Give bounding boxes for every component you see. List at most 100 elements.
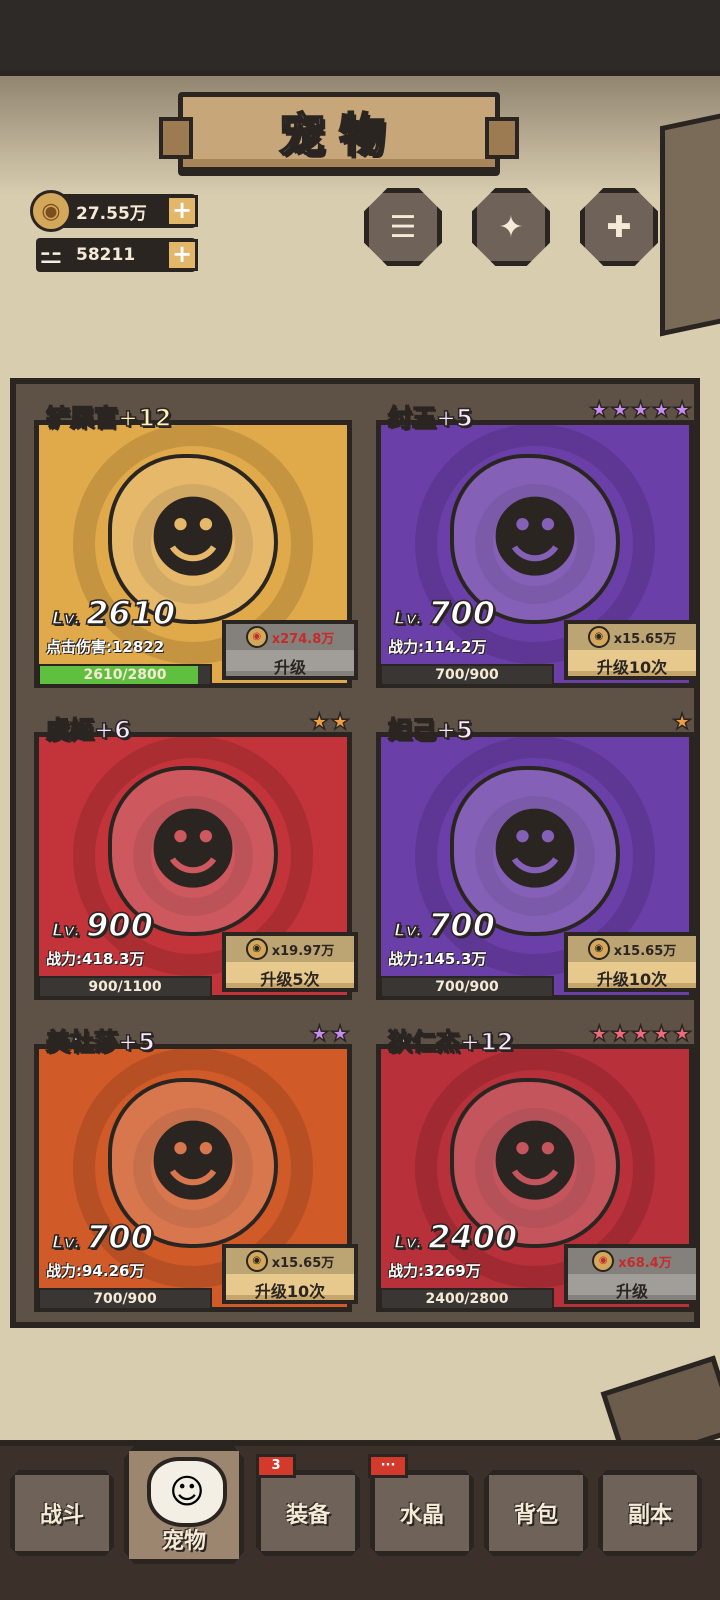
tab-crystal-label: 水晶 <box>399 1503 444 1528</box>
pet-level: Lv. 700 <box>393 593 495 633</box>
tab-battle[interactable]: 战斗 <box>10 1470 114 1556</box>
pet-card[interactable]: ☻ 铲屎官+12 Lv. 2610 点击伤害:12822 2610/2800 ◉… <box>22 398 360 698</box>
star-icon: ★ <box>589 1022 610 1047</box>
pet-card[interactable]: ☻ 纣王+5 ★ ★ ★ ★ ★ Lv. 700 战力:114.2万 700/900 ◉… <box>364 398 702 698</box>
codex-button[interactable]: ✚ 图鉴 <box>578 188 660 276</box>
pet-stat: 战力:114.2万 <box>388 638 487 656</box>
level-progress-text: 700/900 <box>93 1291 157 1307</box>
pet-card[interactable]: ☻ 美杜莎+5 ★ ★ Lv. 700 战力:94.26万 700/900 ◉ x… <box>22 1022 360 1322</box>
level-prefix: Lv. <box>393 919 423 942</box>
pet-card[interactable]: ☻ 狄仁杰+12 ★ ★ ★ ★ ★ Lv. 2400 战力:3269万 2400/28… <box>364 1022 702 1322</box>
bone-counter: ⚍ 58211 + <box>36 238 198 272</box>
upgrade-button[interactable]: ◉ x15.65万 升级10次 <box>564 620 700 680</box>
level-value: 700 <box>427 593 495 633</box>
star-icon: ★ <box>672 710 693 735</box>
pet-level: Lv. 900 <box>51 905 153 945</box>
star-rating: ★ ★ ★ ★ ★ <box>589 1022 693 1047</box>
tab-backpack-label: 背包 <box>513 1503 558 1528</box>
pet-card[interactable]: ☻ 妲己+5 ★ Lv. 700 战力:145.3万 700/900 ◉ x15… <box>364 710 702 1010</box>
level-value: 2400 <box>427 1217 518 1257</box>
upgrade-cost: ◉ x68.4万 <box>568 1248 696 1274</box>
coin-icon: ◉ <box>245 938 268 960</box>
level-prefix: Lv. <box>393 607 423 630</box>
level-prefix: Lv. <box>51 1231 81 1254</box>
formation-button[interactable]: ✦ 布阵 <box>470 188 552 276</box>
cat-mascot-icon: ☺ <box>147 1457 227 1527</box>
coin-value: 27.55万 <box>76 203 147 224</box>
level-progress-text: 700/900 <box>435 979 499 995</box>
star-rating: ★ ★ <box>309 1022 351 1047</box>
level-value: 700 <box>427 905 495 945</box>
upgrade-label: 升级 <box>273 658 306 677</box>
tab-backpack[interactable]: 背包 <box>484 1470 588 1556</box>
upgrade-cost: ◉ x15.65万 <box>226 1248 354 1274</box>
tab-dungeon[interactable]: 副本 <box>598 1470 702 1556</box>
level-prefix: Lv. <box>393 1231 423 1254</box>
star-icon: ★ <box>330 710 351 735</box>
pet-name: 妲己+5 <box>387 715 473 745</box>
level-progress-bar: 2610/2800 <box>38 664 212 686</box>
star-icon: ★ <box>630 398 651 423</box>
pet-list-panel: ☻ 铲屎官+12 Lv. 2610 点击伤害:12822 2610/2800 ◉… <box>10 378 700 1328</box>
coin-icon: ◉ <box>30 190 72 232</box>
formation-icon: ✦ <box>498 209 524 245</box>
level-value: 2610 <box>85 593 176 633</box>
star-icon: ★ <box>672 398 693 423</box>
level-progress-text: 700/900 <box>435 667 499 683</box>
coin-icon: ◉ <box>592 1250 615 1272</box>
list-icon: ☰ <box>389 209 417 245</box>
upgrade-label: 升级10次 <box>596 970 668 989</box>
upgrade-button[interactable]: ◉ x274.8万 升级 <box>222 620 358 680</box>
tab-battle-label: 战斗 <box>39 1503 84 1528</box>
crystal-badge: ··· <box>368 1454 408 1478</box>
level-progress-text: 2400/2800 <box>425 1291 509 1307</box>
pet-level: Lv. 700 <box>393 905 495 945</box>
level-progress-bar: 2400/2800 <box>380 1288 554 1310</box>
upgrade-cost-value: x15.65万 <box>271 1255 335 1271</box>
upgrade-label: 升级5次 <box>260 970 320 989</box>
star-icon: ★ <box>309 1022 330 1047</box>
upgrade-cost-value: x19.97万 <box>271 943 335 959</box>
level-value: 900 <box>85 905 153 945</box>
star-icon: ★ <box>330 1022 351 1047</box>
tab-equipment[interactable]: 装备 <box>256 1470 360 1556</box>
tab-pets[interactable]: ☺ 宠物 <box>124 1446 244 1564</box>
star-icon: ★ <box>609 398 630 423</box>
level-progress-bar: 700/900 <box>380 664 554 686</box>
puzzle-icon: ✚ <box>606 209 632 245</box>
star-icon: ★ <box>672 1022 693 1047</box>
add-bones-button[interactable]: + <box>166 239 198 271</box>
pet-name: 铲屎官+12 <box>45 403 172 433</box>
page-title: 宠物 <box>278 107 399 163</box>
pet-stat: 战力:94.26万 <box>46 1262 145 1280</box>
level-progress-bar: 900/1100 <box>38 976 212 998</box>
pet-name: 虞姬+6 <box>45 715 131 745</box>
tab-dungeon-label: 副本 <box>627 1503 672 1528</box>
add-coins-button[interactable]: + <box>166 195 198 227</box>
pet-card[interactable]: ☻ 虞姬+6 ★ ★ Lv. 900 战力:418.3万 900/1100 ◉ x… <box>22 710 360 1010</box>
tab-crystal[interactable]: 水晶 <box>370 1470 474 1556</box>
upgrade-button[interactable]: ◉ x15.65万 升级10次 <box>222 1244 358 1304</box>
pet-name: 狄仁杰+12 <box>387 1027 514 1057</box>
star-rating: ★ ★ <box>309 710 351 735</box>
bone-value: 58211 <box>76 245 136 265</box>
upgrade-cost: ◉ x15.65万 <box>568 624 696 650</box>
upgrade-button[interactable]: ◉ x15.65万 升级10次 <box>564 932 700 992</box>
upgrade-cost: ◉ x274.8万 <box>226 624 354 650</box>
title-plaque: 宠物 <box>159 92 519 172</box>
upgrade-button[interactable]: ◉ x19.97万 升级5次 <box>222 932 358 992</box>
upgrade-cost-value: x68.4万 <box>618 1255 672 1271</box>
upgrade-button[interactable]: ◉ x68.4万 升级 <box>564 1244 700 1304</box>
star-icon: ★ <box>651 398 672 423</box>
pets-list-button[interactable]: ☰ 宠物 <box>362 188 444 276</box>
pet-stat: 战力:145.3万 <box>388 950 487 968</box>
star-icon: ★ <box>651 1022 672 1047</box>
upgrade-label: 升级10次 <box>254 1282 326 1301</box>
upgrade-cost: ◉ x19.97万 <box>226 936 354 962</box>
wood-decoration <box>660 113 720 337</box>
level-progress-text: 900/1100 <box>88 979 162 995</box>
upgrade-cost-value: x15.65万 <box>613 943 677 959</box>
pet-level: Lv. 2400 <box>393 1217 518 1257</box>
coin-icon: ◉ <box>245 626 268 648</box>
pet-stat: 点击伤害:12822 <box>46 638 165 656</box>
